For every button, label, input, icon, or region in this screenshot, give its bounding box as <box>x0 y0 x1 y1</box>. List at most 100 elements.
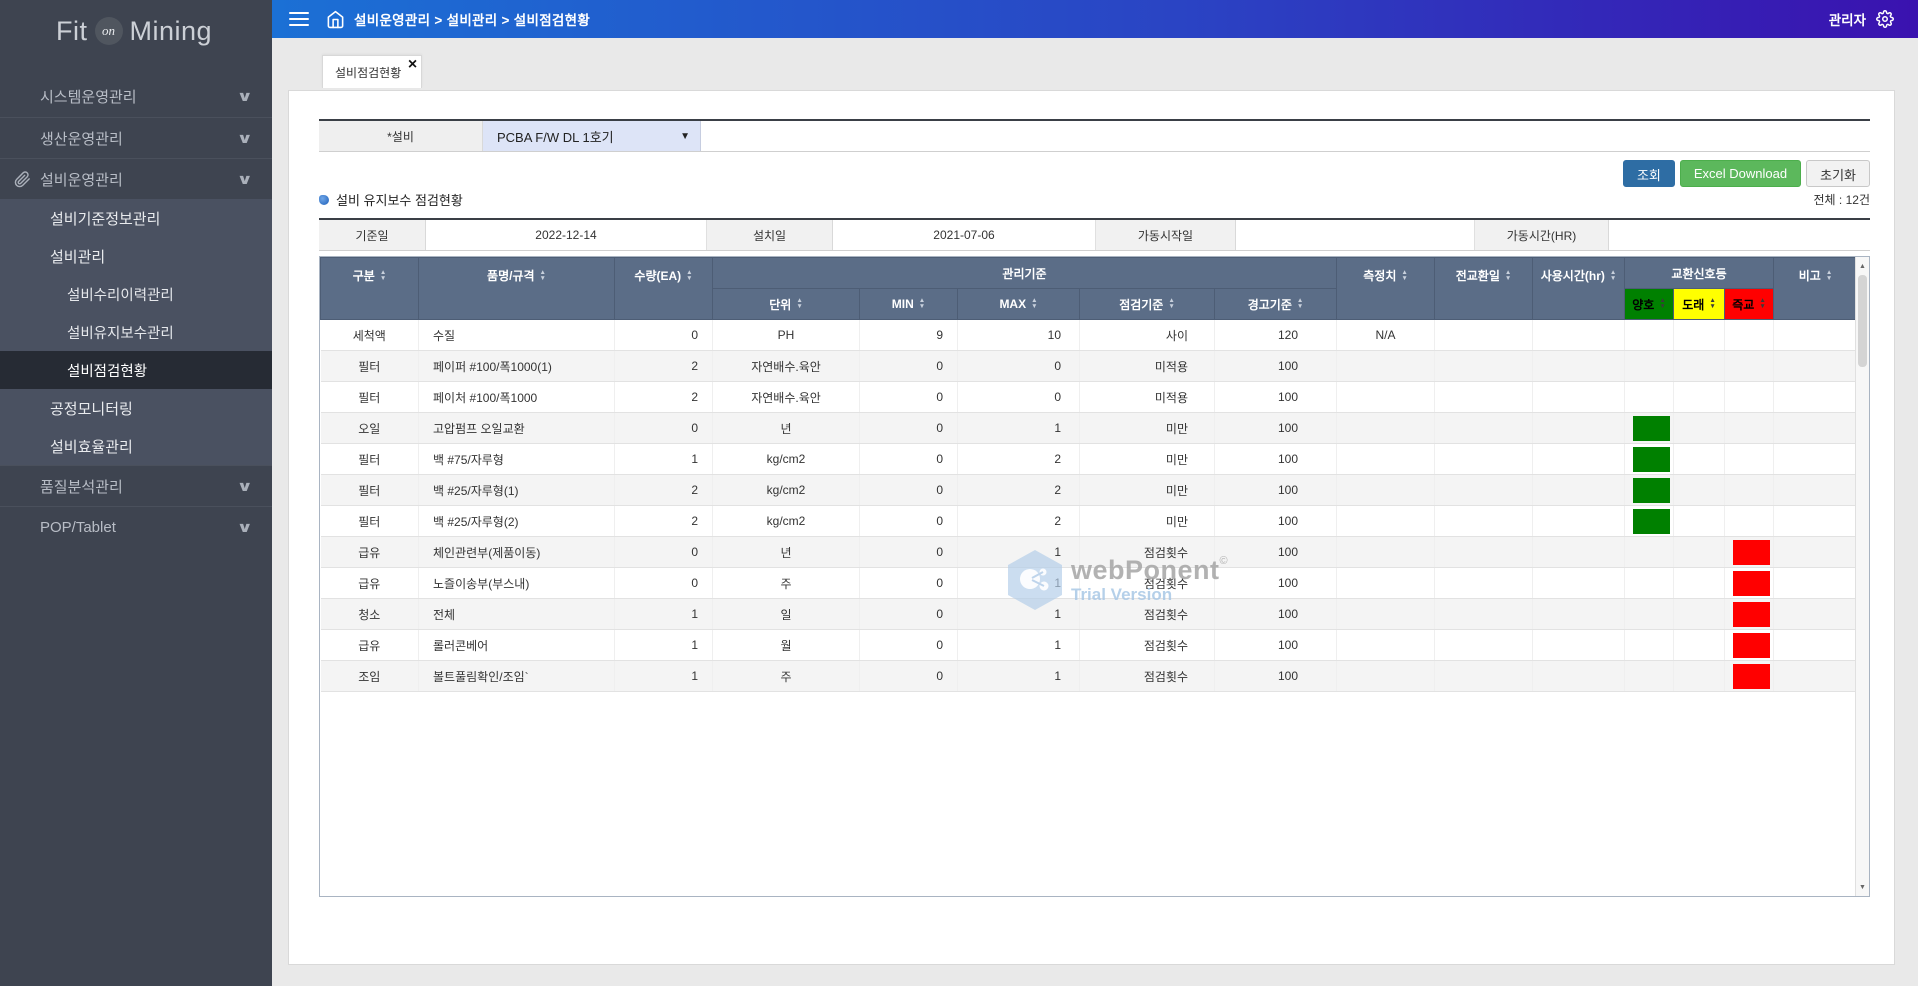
table-row[interactable]: 필터 백 #75/자루형 1 kg/cm2 0 2 미만 100 <box>321 444 1858 475</box>
signal-urgent-cell <box>1725 506 1774 537</box>
home-icon[interactable] <box>326 10 345 29</box>
table-row[interactable]: 급유 노즐이송부(부스내) 0 주 0 1 점검횟수 100 <box>321 568 1858 599</box>
sort-icon <box>1610 270 1616 282</box>
col-header-unit[interactable]: 단위 <box>713 289 860 320</box>
vertical-scrollbar[interactable]: ▲ ▼ <box>1855 257 1869 896</box>
col-header-signal-urgent[interactable]: 즉교 <box>1725 289 1774 320</box>
scroll-down-icon[interactable]: ▼ <box>1856 880 1869 894</box>
col-header-qty[interactable]: 수량(EA) <box>615 258 713 320</box>
sidebar-item-label: 설비수리이력관리 <box>67 284 174 305</box>
col-header-name[interactable]: 품명/규격 <box>419 258 615 320</box>
cell-name: 볼트풀림확인/조임` <box>419 661 615 692</box>
sort-icon <box>1401 270 1407 282</box>
paperclip-icon <box>14 171 31 188</box>
cell-warn-standard: 100 <box>1215 475 1337 506</box>
cell-gubun: 필터 <box>321 382 419 413</box>
cell-warn-standard: 100 <box>1215 506 1337 537</box>
table-row[interactable]: 청소 전체 1 일 0 1 점검횟수 100 <box>321 599 1858 630</box>
col-header-signal-good[interactable]: 양호 <box>1625 289 1674 320</box>
hamburger-menu-icon[interactable] <box>289 8 309 30</box>
cell-measure <box>1337 413 1435 444</box>
cell-unit: 주 <box>713 661 860 692</box>
cell-qty: 1 <box>615 630 713 661</box>
equipment-filter-label: *설비 <box>319 121 483 151</box>
col-header-note[interactable]: 비고 <box>1774 258 1858 320</box>
cell-note <box>1774 630 1858 661</box>
equipment-select[interactable]: PCBA F/W DL 1호기 ▼ <box>483 121 701 151</box>
col-header-measure[interactable]: 측정치 <box>1337 258 1435 320</box>
cell-max: 1 <box>958 599 1080 630</box>
signal-urgent-cell <box>1725 661 1774 692</box>
cell-warn-standard: 100 <box>1215 413 1337 444</box>
cell-max: 1 <box>958 537 1080 568</box>
table-row[interactable]: 오일 고압펌프 오일교환 0 년 0 1 미만 100 <box>321 413 1858 444</box>
signal-good-cell <box>1625 320 1674 351</box>
sidebar-item[interactable]: 설비점검현황 <box>0 351 272 389</box>
signal-good-cell <box>1625 475 1674 506</box>
sidebar-item[interactable]: 시스템운영관리 ∨ <box>0 76 272 117</box>
query-button[interactable]: 조회 <box>1623 160 1675 187</box>
col-header-use-time[interactable]: 사용시간(hr) <box>1533 258 1625 320</box>
info-value: 2022-12-14 <box>426 220 707 250</box>
sidebar-item[interactable]: 생산운영관리 ∨ <box>0 117 272 158</box>
app-logo[interactable]: Fit on Mining <box>0 0 272 62</box>
chevron-down-icon: ∨ <box>236 478 252 495</box>
table-row[interactable]: 급유 롤러콘베어 1 월 0 1 점검횟수 100 <box>321 630 1858 661</box>
sidebar-item[interactable]: 공정모니터링 <box>0 389 272 427</box>
table-row[interactable]: 세척액 수질 0 PH 9 10 사이 120 N/A <box>321 320 1858 351</box>
scroll-up-icon[interactable]: ▲ <box>1856 259 1869 273</box>
table-row[interactable]: 필터 페이처 #100/폭1000 2 자연배수.육안 0 0 미적용 100 <box>321 382 1858 413</box>
table-row[interactable]: 필터 페이퍼 #100/폭1000(1) 2 자연배수.육안 0 0 미적용 1… <box>321 351 1858 382</box>
cell-qty: 0 <box>615 320 713 351</box>
cell-warn-standard: 100 <box>1215 568 1337 599</box>
reset-button[interactable]: 초기화 <box>1806 160 1870 187</box>
col-header-max[interactable]: MAX <box>958 289 1080 320</box>
cell-qty: 1 <box>615 661 713 692</box>
cell-note <box>1774 661 1858 692</box>
info-label: 설치일 <box>707 220 833 250</box>
gear-icon[interactable] <box>1876 10 1894 28</box>
cell-qty: 2 <box>615 475 713 506</box>
cell-name: 노즐이송부(부스내) <box>419 568 615 599</box>
cell-prev-change <box>1435 444 1533 475</box>
cell-name: 전체 <box>419 599 615 630</box>
signal-urgent-cell <box>1725 599 1774 630</box>
sidebar-item[interactable]: POP/Tablet ∨ <box>0 506 272 547</box>
sidebar-item[interactable]: 설비수리이력관리 <box>0 275 272 313</box>
cell-unit: kg/cm2 <box>713 506 860 537</box>
tab-equipment-inspection-status[interactable]: 설비점검현황 × <box>322 55 422 88</box>
chevron-down-icon: ∨ <box>236 171 252 188</box>
cell-check-standard: 사이 <box>1080 320 1215 351</box>
sidebar-item[interactable]: 품질분석관리 ∨ <box>0 465 272 506</box>
col-header-prev-change[interactable]: 전교환일 <box>1435 258 1533 320</box>
table-row[interactable]: 필터 백 #25/자루형(2) 2 kg/cm2 0 2 미만 100 <box>321 506 1858 537</box>
cell-gubun: 필터 <box>321 444 419 475</box>
sidebar-item[interactable]: 설비운영관리 ∨ <box>0 158 272 199</box>
table-row[interactable]: 조임 볼트풀림확인/조임` 1 주 0 1 점검횟수 100 <box>321 661 1858 692</box>
logo-mining: Mining <box>130 16 213 47</box>
cell-qty: 0 <box>615 413 713 444</box>
sort-icon <box>796 298 802 310</box>
sort-icon <box>1759 298 1765 310</box>
sidebar-item[interactable]: 설비효율관리 <box>0 427 272 465</box>
close-icon[interactable]: × <box>408 56 417 74</box>
sidebar-item[interactable]: 설비유지보수관리 <box>0 313 272 351</box>
col-header-signal-due[interactable]: 도래 <box>1674 289 1725 320</box>
table-row[interactable]: 급유 체인관련부(제품이동) 0 년 0 1 점검횟수 100 <box>321 537 1858 568</box>
col-header-min[interactable]: MIN <box>860 289 958 320</box>
col-header-check-standard[interactable]: 점검기준 <box>1080 289 1215 320</box>
col-header-warn-standard[interactable]: 경고기준 <box>1215 289 1337 320</box>
scrollbar-thumb[interactable] <box>1858 275 1867 367</box>
table-row[interactable]: 필터 백 #25/자루형(1) 2 kg/cm2 0 2 미만 100 <box>321 475 1858 506</box>
col-header-gubun[interactable]: 구분 <box>321 258 419 320</box>
cell-name: 백 #25/자루형(2) <box>419 506 615 537</box>
cell-note <box>1774 537 1858 568</box>
cell-name: 백 #25/자루형(1) <box>419 475 615 506</box>
user-name[interactable]: 관리자 <box>1829 9 1866 29</box>
excel-download-button[interactable]: Excel Download <box>1680 160 1801 187</box>
sidebar-item[interactable]: 설비기준정보관리 <box>0 199 272 237</box>
sidebar-item[interactable]: 설비관리 <box>0 237 272 275</box>
cell-use-time <box>1533 382 1625 413</box>
cell-measure <box>1337 475 1435 506</box>
cell-use-time <box>1533 444 1625 475</box>
